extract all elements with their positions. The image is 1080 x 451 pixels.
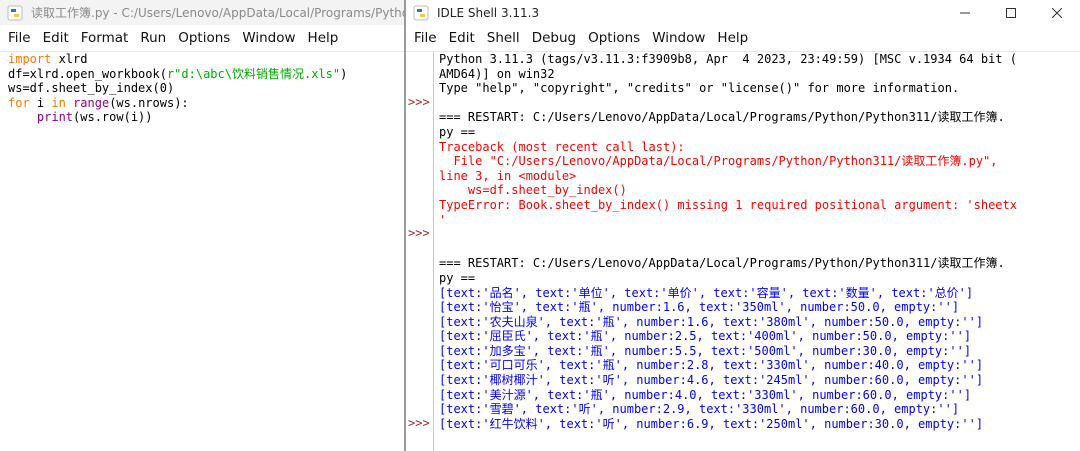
restart-line: py == [439, 270, 476, 285]
restart-line: === RESTART: C:/Users/Lenovo/AppData/Loc… [439, 110, 1005, 125]
output-row: [text:'农夫山泉', text:'瓶', number:1.6, text… [439, 314, 984, 329]
output-row: [text:'屈臣氏', text:'瓶', number:2.5, text:… [439, 329, 972, 344]
shell-window: IDLE Shell 3.11.3 File Edit Shell Debug … [406, 0, 1080, 451]
output-row: [text:'可口可乐', text:'瓶', number:2.8, text… [439, 358, 984, 373]
code-token: (ws.row(i)) [73, 110, 153, 125]
window-controls [942, 0, 1080, 25]
code-token: ws=df.sheet_by_index(0) [8, 81, 175, 96]
editor-menu-edit[interactable]: Edit [37, 30, 75, 46]
shell-prompt: >>> [408, 416, 430, 430]
output-row: [text:'雪碧', text:'听', number:2.9, text:'… [439, 402, 960, 417]
editor-title: 读取工作簿.py - C:/Users/Lenovo/AppData/Local… [31, 6, 404, 20]
shell-prompt-gutter: >>> >>> >>> [406, 52, 434, 451]
editor-code-area[interactable]: import xlrd df=xlrd.open_workbook(r"d:\ab… [8, 52, 347, 125]
traceback-line: ws=df.sheet_by_index() [439, 183, 627, 198]
string-token: r"d:\abc\饮料销售情况.xls" [166, 66, 341, 81]
code-token: df=xlrd.open_workbook( [8, 66, 167, 81]
traceback-line: line 3, in <module> [439, 168, 577, 183]
output-row: [text:'美汁源', text:'瓶', number:4.0, text:… [439, 387, 972, 402]
code-line: df=xlrd.open_workbook(r"d:\abc\饮料销售情况.xl… [8, 67, 347, 82]
close-button[interactable] [1034, 0, 1080, 25]
output-row: [text:'椰树椰汁', text:'听', number:4.6, text… [439, 373, 984, 388]
shell-line: Python 3.11.3 (tags/v3.11.3:f3909b8, Apr… [439, 52, 1017, 66]
code-token: (ws.nrows): [109, 95, 189, 110]
builtin-token: print [36, 110, 74, 125]
keyword-token: for [8, 95, 30, 110]
keyword-token: in [51, 95, 66, 110]
shell-titlebar[interactable]: IDLE Shell 3.11.3 [406, 0, 1080, 25]
editor-menu-file[interactable]: File [0, 30, 37, 46]
restart-line: py == [439, 124, 476, 139]
editor-titlebar[interactable]: 读取工作簿.py - C:/Users/Lenovo/AppData/Local… [0, 0, 404, 25]
editor-menu-window[interactable]: Window [236, 30, 301, 46]
shell-line: AMD64)] on win32 [439, 66, 555, 81]
shell-menu-window[interactable]: Window [646, 30, 711, 46]
minimize-button[interactable] [942, 0, 988, 25]
close-icon [1052, 7, 1062, 18]
idle-python-icon [7, 5, 23, 20]
shell-menu-file[interactable]: File [406, 30, 443, 46]
code-token: xlrd [51, 52, 88, 66]
shell-prompt: >>> [408, 226, 430, 240]
editor-window: 读取工作簿.py - C:/Users/Lenovo/AppData/Local… [0, 0, 404, 451]
output-row: [text:'加多宝', text:'瓶', number:5.5, text:… [439, 343, 972, 358]
minimize-icon [960, 12, 970, 13]
code-line: import xlrd [8, 52, 347, 67]
shell-title: IDLE Shell 3.11.3 [437, 5, 540, 20]
shell-output-area[interactable]: Python 3.11.3 (tags/v3.11.3:f3909b8, Apr… [439, 52, 1079, 431]
restart-line: === RESTART: C:/Users/Lenovo/AppData/Loc… [439, 256, 1005, 271]
shell-menu-edit[interactable]: Edit [443, 30, 481, 46]
editor-menubar: File Edit Format Run Options Window Help [0, 25, 404, 52]
builtin-token: range [73, 95, 110, 110]
code-line: for i in range(ws.nrows): [8, 96, 347, 111]
editor-menu-format[interactable]: Format [75, 30, 135, 46]
keyword-token: import [8, 52, 52, 66]
editor-menu-options[interactable]: Options [172, 30, 236, 46]
traceback-line: Traceback (most recent call last): [439, 139, 685, 154]
maximize-icon [1006, 7, 1016, 18]
indent-token [8, 110, 37, 124]
output-row: [text:'品名', text:'单位', text:'单价', text:'… [439, 285, 974, 300]
shell-menu-help[interactable]: Help [711, 30, 754, 46]
shell-menu-shell[interactable]: Shell [481, 30, 526, 46]
output-row: [text:'红牛饮料', text:'听', number:6.9, text… [439, 416, 984, 431]
code-line: print(ws.row(i)) [8, 110, 347, 125]
code-token: i [29, 95, 52, 110]
traceback-line: File "C:/Users/Lenovo/AppData/Local/Prog… [439, 154, 998, 169]
editor-menu-help[interactable]: Help [302, 30, 345, 46]
shell-menubar: File Edit Shell Debug Options Window Hel… [406, 25, 1080, 52]
editor-menu-run[interactable]: Run [134, 30, 172, 46]
code-token: ) [340, 66, 348, 81]
shell-line: Type "help", "copyright", "credits" or "… [439, 81, 960, 96]
maximize-button[interactable] [988, 0, 1034, 25]
shell-menu-debug[interactable]: Debug [526, 30, 582, 46]
output-row: [text:'怡宝', text:'瓶', number:1.6, text:'… [439, 300, 960, 315]
shell-prompt: >>> [408, 95, 430, 109]
idle-python-icon [413, 5, 429, 20]
code-line: ws=df.sheet_by_index(0) [8, 81, 347, 96]
error-message: TypeError: Book.sheet_by_index() missing… [439, 197, 1017, 212]
error-message: ' [439, 212, 447, 227]
shell-menu-options[interactable]: Options [582, 30, 646, 46]
